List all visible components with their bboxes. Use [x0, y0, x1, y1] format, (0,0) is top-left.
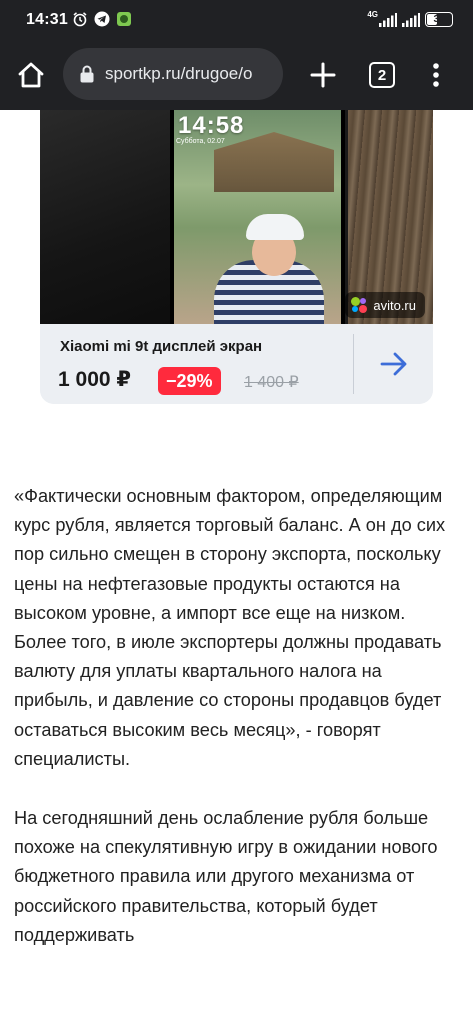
arrow-right-icon[interactable]: [376, 346, 412, 382]
avito-logo-icon: [351, 297, 368, 313]
tab-count: 2: [377, 66, 387, 84]
divider: [353, 334, 354, 394]
system-icons: 4G 39: [367, 10, 453, 27]
notification-icons: [72, 11, 132, 27]
article-paragraph: «Фактически основным фактором, определяю…: [14, 486, 446, 769]
phone-disassembled-part: [40, 110, 175, 324]
lockscreen-time: 14:58: [178, 112, 245, 139]
article-paragraph: На сегодняшний день ослабление рубля бол…: [14, 808, 438, 945]
status-bar: 14:31 4G 39: [0, 0, 473, 40]
ad-card[interactable]: 14:58 Суббота, 02.07 avito.ru Xiaomi mi …: [40, 110, 433, 404]
tab-switcher-button[interactable]: 2: [369, 62, 395, 88]
new-tab-plus-icon[interactable]: [308, 60, 338, 90]
url-text: sportkp.ru/drugoe/o: [105, 64, 253, 83]
lock-icon: [80, 65, 94, 83]
ad-info[interactable]: Xiaomi mi 9t дисплей экран 1 000 ₽ −29% …: [40, 324, 433, 404]
lockscreen-date: Суббота, 02.07: [176, 138, 225, 145]
ad-product-image[interactable]: 14:58 Суббота, 02.07 avito.ru: [40, 110, 433, 324]
home-icon[interactable]: [16, 60, 46, 90]
old-price: 1 400 ₽: [244, 374, 299, 391]
signal-icon: [379, 12, 397, 27]
avito-source-label: avito.ru: [373, 297, 416, 313]
article-body: «Фактически основным фактором, определяю…: [14, 482, 460, 980]
status-time: 14:31: [26, 11, 68, 28]
network-type-label: 4G: [367, 10, 378, 19]
signal-icon-sim2: [402, 12, 420, 27]
telegram-icon: [94, 11, 110, 27]
kebab-menu-icon[interactable]: [426, 60, 446, 90]
app-notification-icon: [117, 12, 131, 26]
battery-icon: 39: [425, 12, 453, 27]
battery-level: 39: [433, 14, 445, 25]
ad-price: 1 000 ₽: [58, 368, 131, 391]
discount-badge: −29%: [158, 367, 221, 395]
address-bar[interactable]: sportkp.ru/drugoe/o: [63, 48, 283, 100]
alarm-icon: [73, 12, 87, 27]
avito-badge: avito.ru: [345, 292, 425, 318]
ad-title[interactable]: Xiaomi mi 9t дисплей экран: [60, 338, 262, 355]
browser-toolbar: sportkp.ru/drugoe/o 2: [0, 40, 473, 110]
